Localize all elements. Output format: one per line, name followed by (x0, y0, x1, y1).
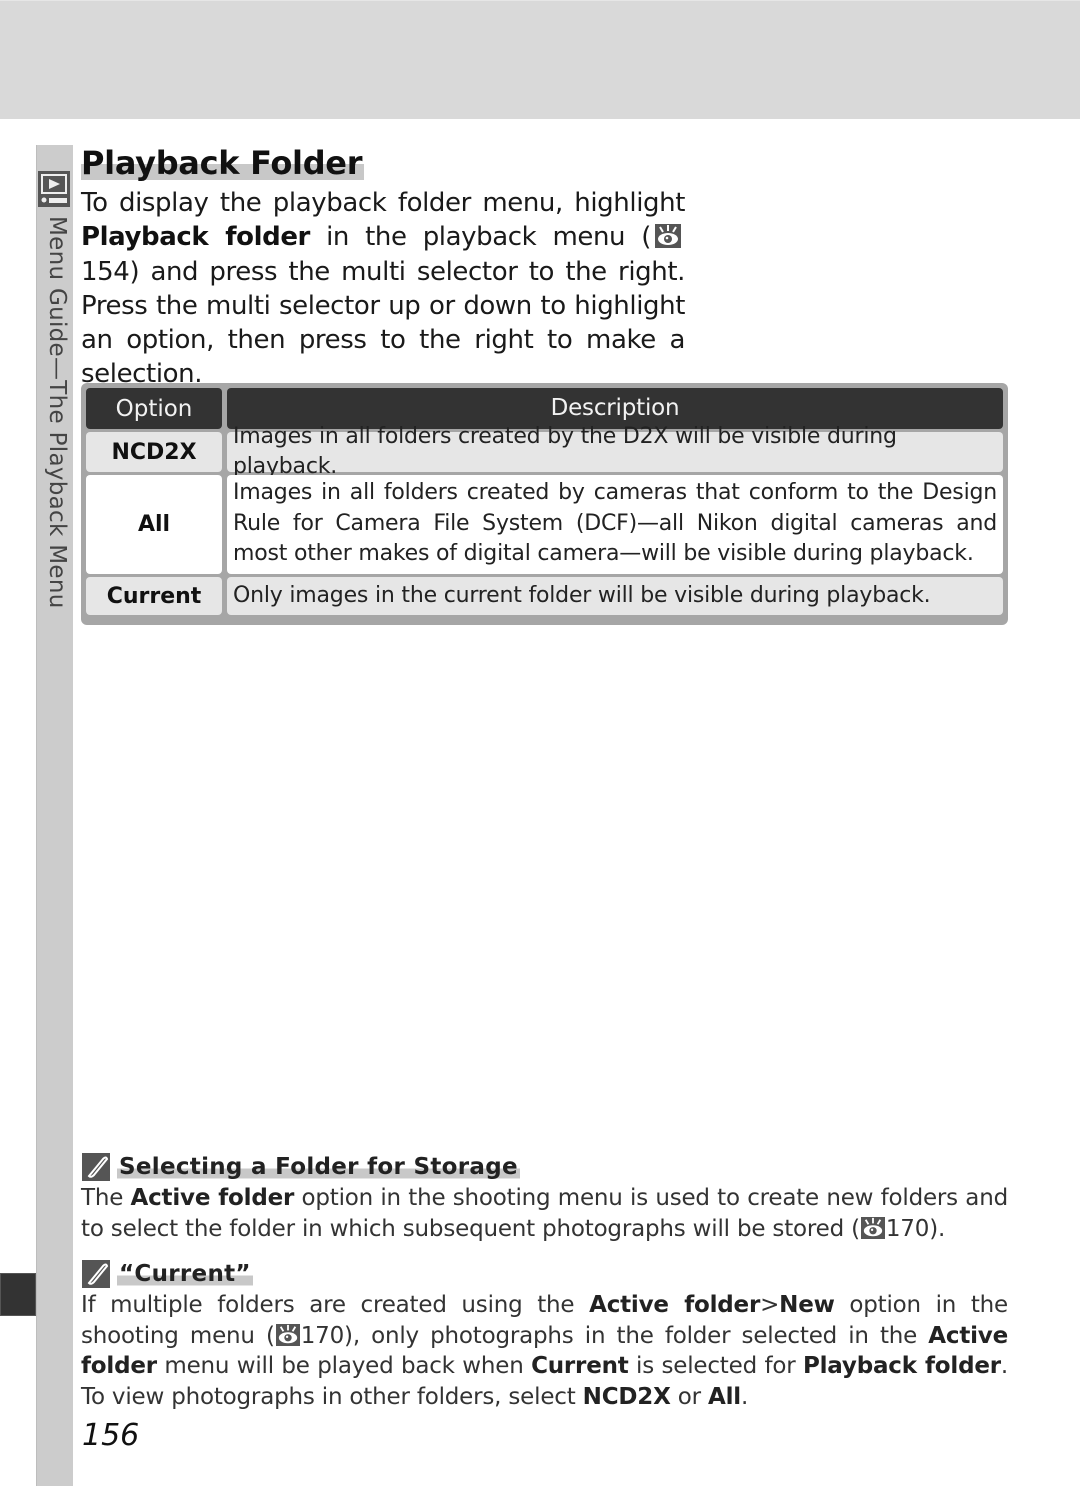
page-reference-eye-icon (860, 1216, 885, 1239)
column-header-option: Option (86, 388, 222, 429)
page-reference-link[interactable]: 170 (301, 1323, 345, 1349)
note-body: The Active folder option in the shooting… (81, 1185, 1008, 1242)
page-header-band (0, 0, 1080, 119)
pencil-note-icon (82, 1260, 110, 1288)
intro-paragraph: To display the playback folder menu, hig… (81, 188, 685, 390)
option-description: Images in all folders created by the D2X… (227, 424, 1003, 479)
table-row: All Images in all folders created by cam… (86, 475, 1003, 574)
page-reference-link[interactable]: 170 (886, 1216, 930, 1242)
page-reference-eye-icon (655, 224, 681, 249)
option-name: Current (86, 577, 222, 615)
playback-icon (38, 171, 70, 207)
option-name: All (86, 475, 222, 574)
page-title: Playback Folder (81, 143, 365, 183)
chapter-thumb-tab (0, 1273, 36, 1316)
pencil-note-icon (82, 1153, 110, 1181)
section-label: Menu Guide—The Playback Menu (44, 216, 70, 609)
table-row: NCD2X Images in all folders created by t… (86, 424, 1003, 479)
option-name: NCD2X (86, 432, 222, 472)
page-reference-link[interactable]: 154 (81, 257, 130, 287)
options-table: Option Description NCD2X Images in all f… (81, 383, 1008, 625)
table-row: Current Only images in the current folde… (86, 577, 1003, 615)
note-body: If multiple folders are created using th… (81, 1292, 1009, 1410)
menu-item-playback-folder: Playback folder (81, 222, 310, 253)
option-description: Only images in the current folder will b… (227, 577, 1003, 615)
option-description: Images in all folders created by cameras… (227, 475, 1003, 574)
note-heading: “Current” (82, 1260, 253, 1288)
page-number: 156 (82, 1418, 140, 1453)
note-heading: Selecting a Folder for Storage (82, 1153, 520, 1181)
page-reference-eye-icon (275, 1323, 300, 1346)
